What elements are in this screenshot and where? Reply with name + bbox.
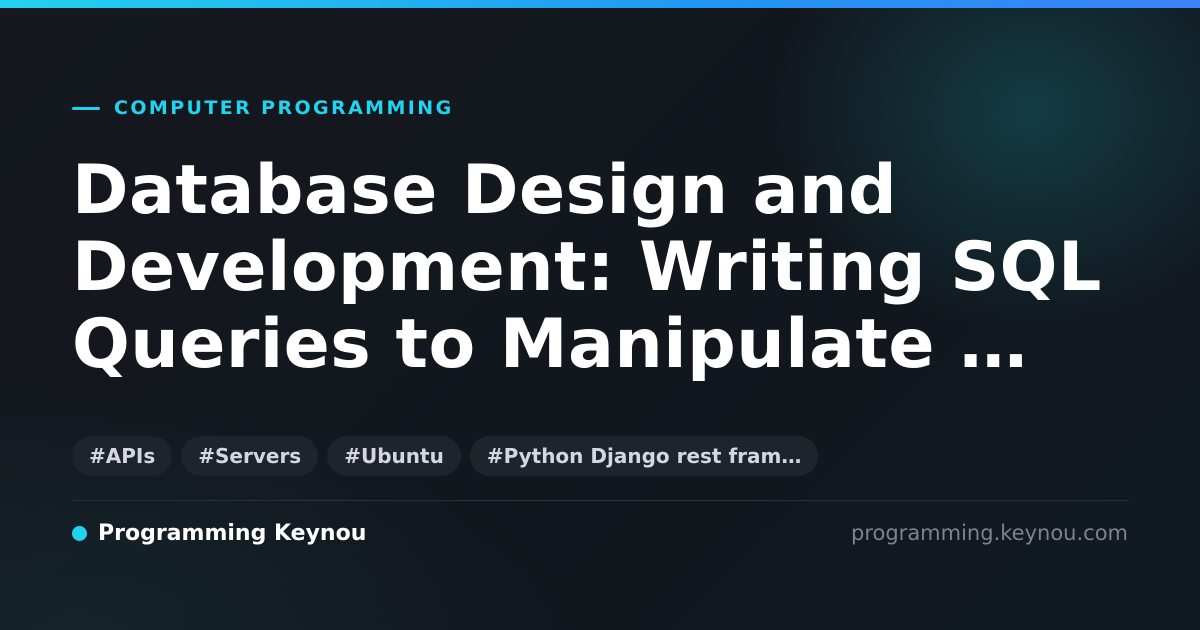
page-title: Database Design and Development: Writing… (72, 151, 1102, 384)
category-text: COMPUTER PROGRAMMING (114, 97, 454, 119)
brand[interactable]: Programming Keynou (72, 518, 366, 548)
site-url[interactable]: programming.keynou.com (851, 518, 1128, 548)
brand-name: Programming Keynou (98, 520, 367, 546)
tag-list: #APIs #Servers #Ubuntu #Python Django re… (72, 436, 819, 476)
tag-apis[interactable]: #APIs (72, 436, 173, 476)
tag-ubuntu[interactable]: #Ubuntu (327, 436, 461, 476)
top-accent-bar (0, 0, 1200, 8)
brand-dot-icon (72, 525, 87, 541)
category-label: COMPUTER PROGRAMMING (72, 96, 454, 120)
tag-python-django[interactable]: #Python Django rest fram… (469, 436, 819, 476)
category-dash-icon (72, 106, 100, 110)
tag-servers[interactable]: #Servers (181, 436, 319, 476)
footer-divider (72, 500, 1129, 501)
